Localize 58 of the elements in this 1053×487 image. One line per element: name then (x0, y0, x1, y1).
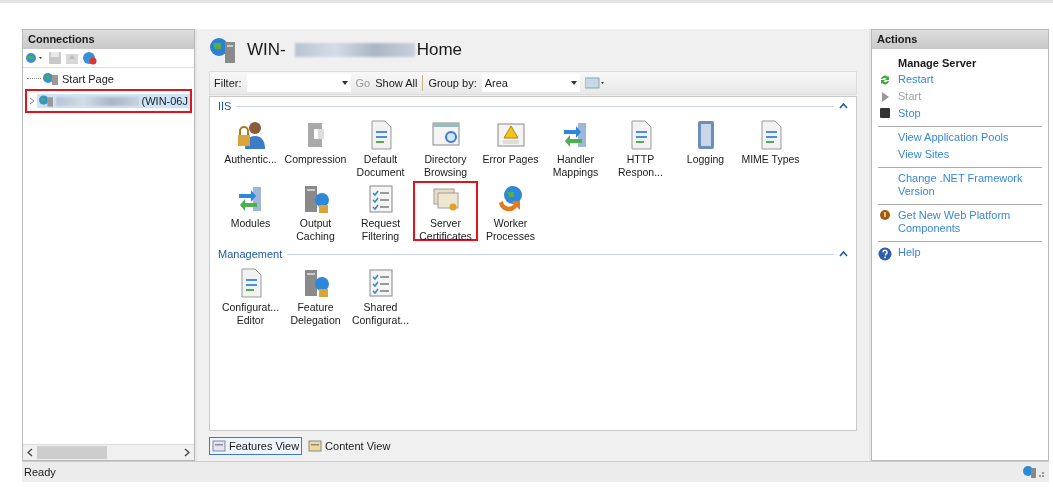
list-view-icon (212, 440, 226, 452)
panel-header: Connections (23, 30, 194, 49)
globe-icon[interactable] (82, 51, 98, 65)
scroll-left-icon[interactable] (27, 448, 33, 457)
refresh-icon (879, 74, 891, 86)
play-icon (880, 91, 890, 103)
feature-item[interactable]: Default Document (348, 117, 413, 177)
page-title: Home (416, 40, 463, 60)
group-by-dropdown[interactable]: Area (481, 74, 580, 92)
panel-header: Actions (872, 30, 1048, 49)
action-link[interactable]: View Sites (898, 148, 950, 161)
group-by-label: Group by: (428, 77, 477, 89)
group-header: IIS (218, 100, 232, 112)
status-text: Ready (24, 466, 56, 478)
feature-item[interactable]: Server Certificates (413, 181, 478, 241)
tree-item[interactable]: (WIN-06J (36, 94, 190, 108)
action-link[interactable]: View Application Pools (898, 131, 1009, 144)
help-icon (878, 247, 892, 261)
dropdown-caret-icon[interactable] (570, 81, 577, 85)
feature-item[interactable]: Feature Delegation (283, 265, 348, 325)
feature-item[interactable]: MIME Types (738, 117, 803, 177)
feature-item[interactable]: Handler Mappings (543, 117, 608, 177)
filter-label: Filter: (214, 77, 242, 89)
collapse-caret-icon[interactable] (839, 251, 848, 257)
feature-item[interactable]: Error Pages (478, 117, 543, 177)
stop-icon (880, 108, 890, 118)
group-header: Management (218, 248, 283, 260)
collapse-caret-icon[interactable] (839, 103, 848, 109)
feature-item[interactable]: HTTP Respon... (608, 117, 673, 177)
action-link[interactable]: Get New Web Platform Components (898, 209, 1042, 235)
feature-item[interactable]: Logging (673, 117, 738, 177)
feature-item[interactable]: Modules (218, 181, 283, 241)
scrollbar-thumb[interactable] (37, 446, 107, 459)
action-link[interactable]: Stop (898, 107, 921, 120)
section-heading: Manage Server (897, 56, 978, 71)
view-tab[interactable]: Content View (305, 437, 394, 455)
show-all-button[interactable]: Show All (375, 77, 418, 89)
action-link[interactable]: Change .NET Framework Version (898, 172, 1042, 198)
feature-item[interactable]: Worker Processes (478, 181, 543, 241)
feature-item[interactable]: Output Caching (283, 181, 348, 241)
feature-item[interactable]: Configurat... Editor (218, 265, 283, 325)
network-icon (1023, 465, 1045, 479)
page-title: WIN- (247, 40, 286, 60)
feature-item[interactable]: Request Filtering (348, 181, 413, 241)
feature-item[interactable]: Authentic... (218, 117, 283, 177)
feature-item[interactable]: Shared Configurat... (348, 265, 413, 325)
view-tab[interactable]: Features View (209, 437, 303, 455)
globe-icon[interactable] (25, 51, 45, 65)
action-link[interactable]: Help (898, 246, 921, 259)
feature-item[interactable]: Compression (283, 117, 348, 177)
filter-field[interactable] (246, 74, 351, 92)
action-link[interactable]: Restart (898, 73, 934, 86)
feature-item[interactable]: Directory Browsing (413, 117, 478, 177)
dropdown-caret-icon[interactable] (341, 81, 348, 85)
server-icon (38, 94, 54, 108)
scroll-right-icon[interactable] (184, 448, 190, 457)
tree-item[interactable]: Start Page (41, 72, 116, 86)
server-icon (43, 72, 59, 86)
